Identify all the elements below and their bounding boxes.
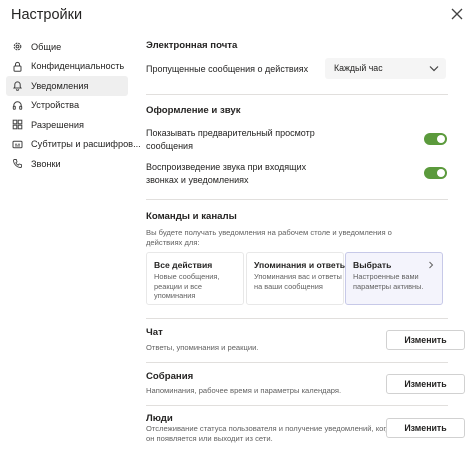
card-description-line: Упоминания вас и ответы [254, 272, 342, 281]
missed-activity-label: Пропущенные сообщения о действиях [146, 64, 309, 74]
settings-title: Настройки [11, 7, 83, 23]
people-section-title: Люди [146, 413, 173, 424]
missed-activity-dropdown[interactable]: Каждый час [325, 58, 446, 79]
card-description-line: параметры активны. [353, 281, 424, 291]
teams-channels-description: Вы будете получать уведомления на рабоче… [146, 228, 392, 248]
card-description: Настроенные вами параметры активны. [353, 272, 441, 291]
chat-description: Ответы, упоминания и реакции. [146, 343, 259, 352]
card-description-line: реакции и все [154, 281, 202, 291]
notification-sound-toggle[interactable] [424, 167, 447, 179]
meetings-description: Напоминания, рабочее время и параметры к… [146, 386, 342, 395]
card-description-line: Новые сообщения, [154, 272, 220, 281]
card-description: Упоминания вас и ответы на ваши сообщени… [254, 272, 342, 291]
divider [146, 94, 448, 95]
appearance-section-title: Оформление и звук [146, 105, 241, 116]
sidebar-item-notifications[interactable]: Уведомления [6, 76, 128, 96]
grid-icon [12, 119, 23, 130]
meetings-edit-button[interactable]: Изменить [386, 374, 465, 394]
custom-card[interactable]: Выбрать Настроенные вами параметры актив… [345, 252, 443, 305]
headset-icon [12, 100, 23, 111]
meetings-section-title: Собрания [146, 371, 194, 382]
sidebar-item-label: Уведомления [31, 80, 89, 91]
sidebar-item-general[interactable]: Общие [6, 37, 128, 57]
sidebar-item-label: Устройства [31, 100, 80, 111]
settings-sidebar: Общие Конфиденциальность Уведомления Уст… [6, 37, 141, 174]
card-description-line: Настроенные вами [353, 272, 419, 281]
message-preview-toggle[interactable] [424, 133, 447, 145]
notification-sound-label-line: Воспроизведение звука при входящих [146, 162, 307, 172]
toggle-knob [437, 169, 445, 177]
lock-icon [12, 61, 23, 72]
sidebar-item-devices[interactable]: Устройства [6, 96, 128, 116]
sidebar-item-captions[interactable]: Субтитры и расшифров... [6, 135, 141, 155]
divider [146, 405, 448, 406]
sidebar-item-label: Конфиденциальность [31, 61, 125, 72]
message-preview-label-line: Показывать предварительный просмотр [146, 128, 315, 138]
chat-section-title: Чат [146, 327, 163, 338]
message-preview-label-line: сообщения [146, 140, 193, 151]
card-title: Выбрать [353, 260, 392, 270]
mentions-replies-card[interactable]: Упоминания и ответы Упоминания вас и отв… [246, 252, 348, 305]
divider [146, 199, 448, 200]
card-description-line: на ваши сообщения [254, 281, 323, 291]
sidebar-item-label: Разрешения [31, 119, 84, 130]
sidebar-item-label: Субтитры и расшифров... [31, 139, 141, 150]
description-line: действиях для: [146, 238, 200, 247]
description-line: Отслеживание статуса пользователя и полу… [146, 424, 395, 433]
divider [146, 318, 448, 319]
people-edit-button[interactable]: Изменить [386, 418, 465, 438]
message-preview-label: Показывать предварительный просмотр сооб… [146, 127, 315, 152]
card-description-line: упоминания [154, 291, 196, 301]
captions-icon [12, 139, 23, 150]
toggle-knob [437, 135, 445, 143]
sidebar-item-label: Звонки [31, 158, 61, 169]
notifications-panel: Электронная почта Пропущенные сообщения … [146, 0, 465, 449]
card-description: Новые сообщения, реакции и все упоминани… [154, 272, 242, 301]
chevron-right-icon [429, 261, 434, 269]
notification-sound-label: Воспроизведение звука при входящих звонк… [146, 161, 306, 186]
card-title: Все действия [154, 260, 213, 270]
card-title: Упоминания и ответы [254, 260, 348, 270]
description-line: он появляется или выходит из сети. [146, 434, 273, 443]
chevron-down-icon [429, 66, 439, 72]
sidebar-item-permissions[interactable]: Разрешения [6, 115, 128, 135]
people-description: Отслеживание статуса пользователя и полу… [146, 424, 394, 444]
sidebar-item-calls[interactable]: Звонки [6, 154, 128, 174]
bell-icon [12, 80, 23, 92]
gear-icon [12, 41, 23, 52]
sidebar-item-privacy[interactable]: Конфиденциальность [6, 57, 128, 77]
chat-edit-button[interactable]: Изменить [386, 330, 465, 350]
description-line: Вы будете получать уведомления на рабоче… [146, 228, 392, 237]
dropdown-value: Каждый час [334, 63, 383, 73]
divider [146, 362, 448, 363]
email-section-title: Электронная почта [146, 40, 238, 51]
sidebar-item-label: Общие [31, 41, 62, 52]
all-activity-card[interactable]: Все действия Новые сообщения, реакции и … [146, 252, 244, 305]
phone-icon [12, 158, 23, 169]
teams-channels-section-title: Команды и каналы [146, 211, 237, 222]
notification-sound-label-line: звонках и уведомлениях [146, 174, 249, 185]
